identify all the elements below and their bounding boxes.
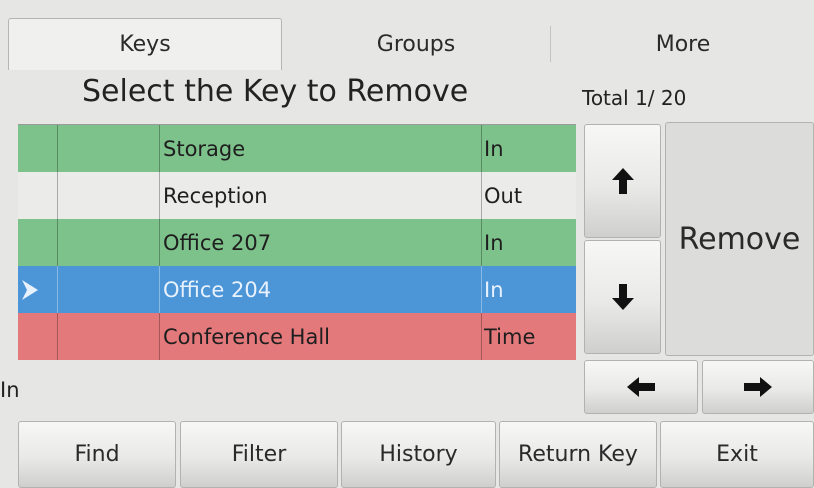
- key-cabinet-screen: Keys Groups More Select the Key to Remov…: [0, 0, 814, 488]
- row-id-cell: [58, 125, 160, 172]
- row-id-cell: [58, 313, 160, 360]
- row-id-cell: [58, 172, 160, 219]
- row-marker-cell: [18, 266, 58, 313]
- find-button[interactable]: Find: [18, 421, 176, 488]
- row-marker-cell: [18, 313, 58, 360]
- key-list: Storage In Reception Out Office 207 In O…: [18, 124, 576, 360]
- exit-button[interactable]: Exit: [660, 421, 814, 488]
- tab-divider: [550, 26, 551, 62]
- key-row-office-204-selected[interactable]: Office 204 In: [18, 266, 576, 313]
- key-name: Storage: [160, 125, 482, 172]
- history-button[interactable]: History: [341, 421, 496, 488]
- row-marker-cell: [18, 125, 58, 172]
- down-arrow-icon: [611, 284, 634, 310]
- scroll-down-button[interactable]: [584, 240, 661, 354]
- key-status: In: [484, 230, 504, 255]
- page-left-button[interactable]: [584, 360, 698, 414]
- tab-more[interactable]: More: [552, 18, 814, 70]
- page-title: Select the Key to Remove: [82, 74, 469, 109]
- scroll-up-button[interactable]: [584, 124, 661, 238]
- selected-row-chevron-icon: [22, 280, 38, 300]
- tab-keys[interactable]: Keys: [8, 18, 282, 70]
- key-status: Out: [484, 183, 523, 208]
- right-arrow-icon: [744, 377, 772, 397]
- return-key-button[interactable]: Return Key: [499, 421, 657, 488]
- key-name: Office 207: [160, 219, 482, 266]
- key-row-conference-hall[interactable]: Conference Hall Time: [18, 313, 576, 360]
- row-marker-cell: [18, 172, 58, 219]
- key-row-storage[interactable]: Storage In: [18, 125, 576, 172]
- key-name: Reception: [160, 172, 482, 219]
- key-status: In: [484, 277, 504, 302]
- row-marker-cell: [18, 219, 58, 266]
- key-status: Time: [484, 324, 536, 349]
- up-arrow-icon: [611, 168, 634, 194]
- total-count: Total 1/ 20: [582, 86, 687, 110]
- left-arrow-icon: [627, 377, 655, 397]
- key-name: Office 204: [160, 266, 482, 313]
- remove-button[interactable]: Remove: [665, 122, 814, 356]
- page-right-button[interactable]: [702, 360, 814, 414]
- status-label: In: [0, 378, 20, 402]
- tab-groups[interactable]: Groups: [284, 18, 548, 70]
- row-id-cell: [58, 266, 160, 313]
- key-name: Conference Hall: [160, 313, 482, 360]
- row-id-cell: [58, 219, 160, 266]
- key-row-office-207[interactable]: Office 207 In: [18, 219, 576, 266]
- filter-button[interactable]: Filter: [180, 421, 338, 488]
- key-row-reception[interactable]: Reception Out: [18, 172, 576, 219]
- key-status: In: [484, 136, 504, 161]
